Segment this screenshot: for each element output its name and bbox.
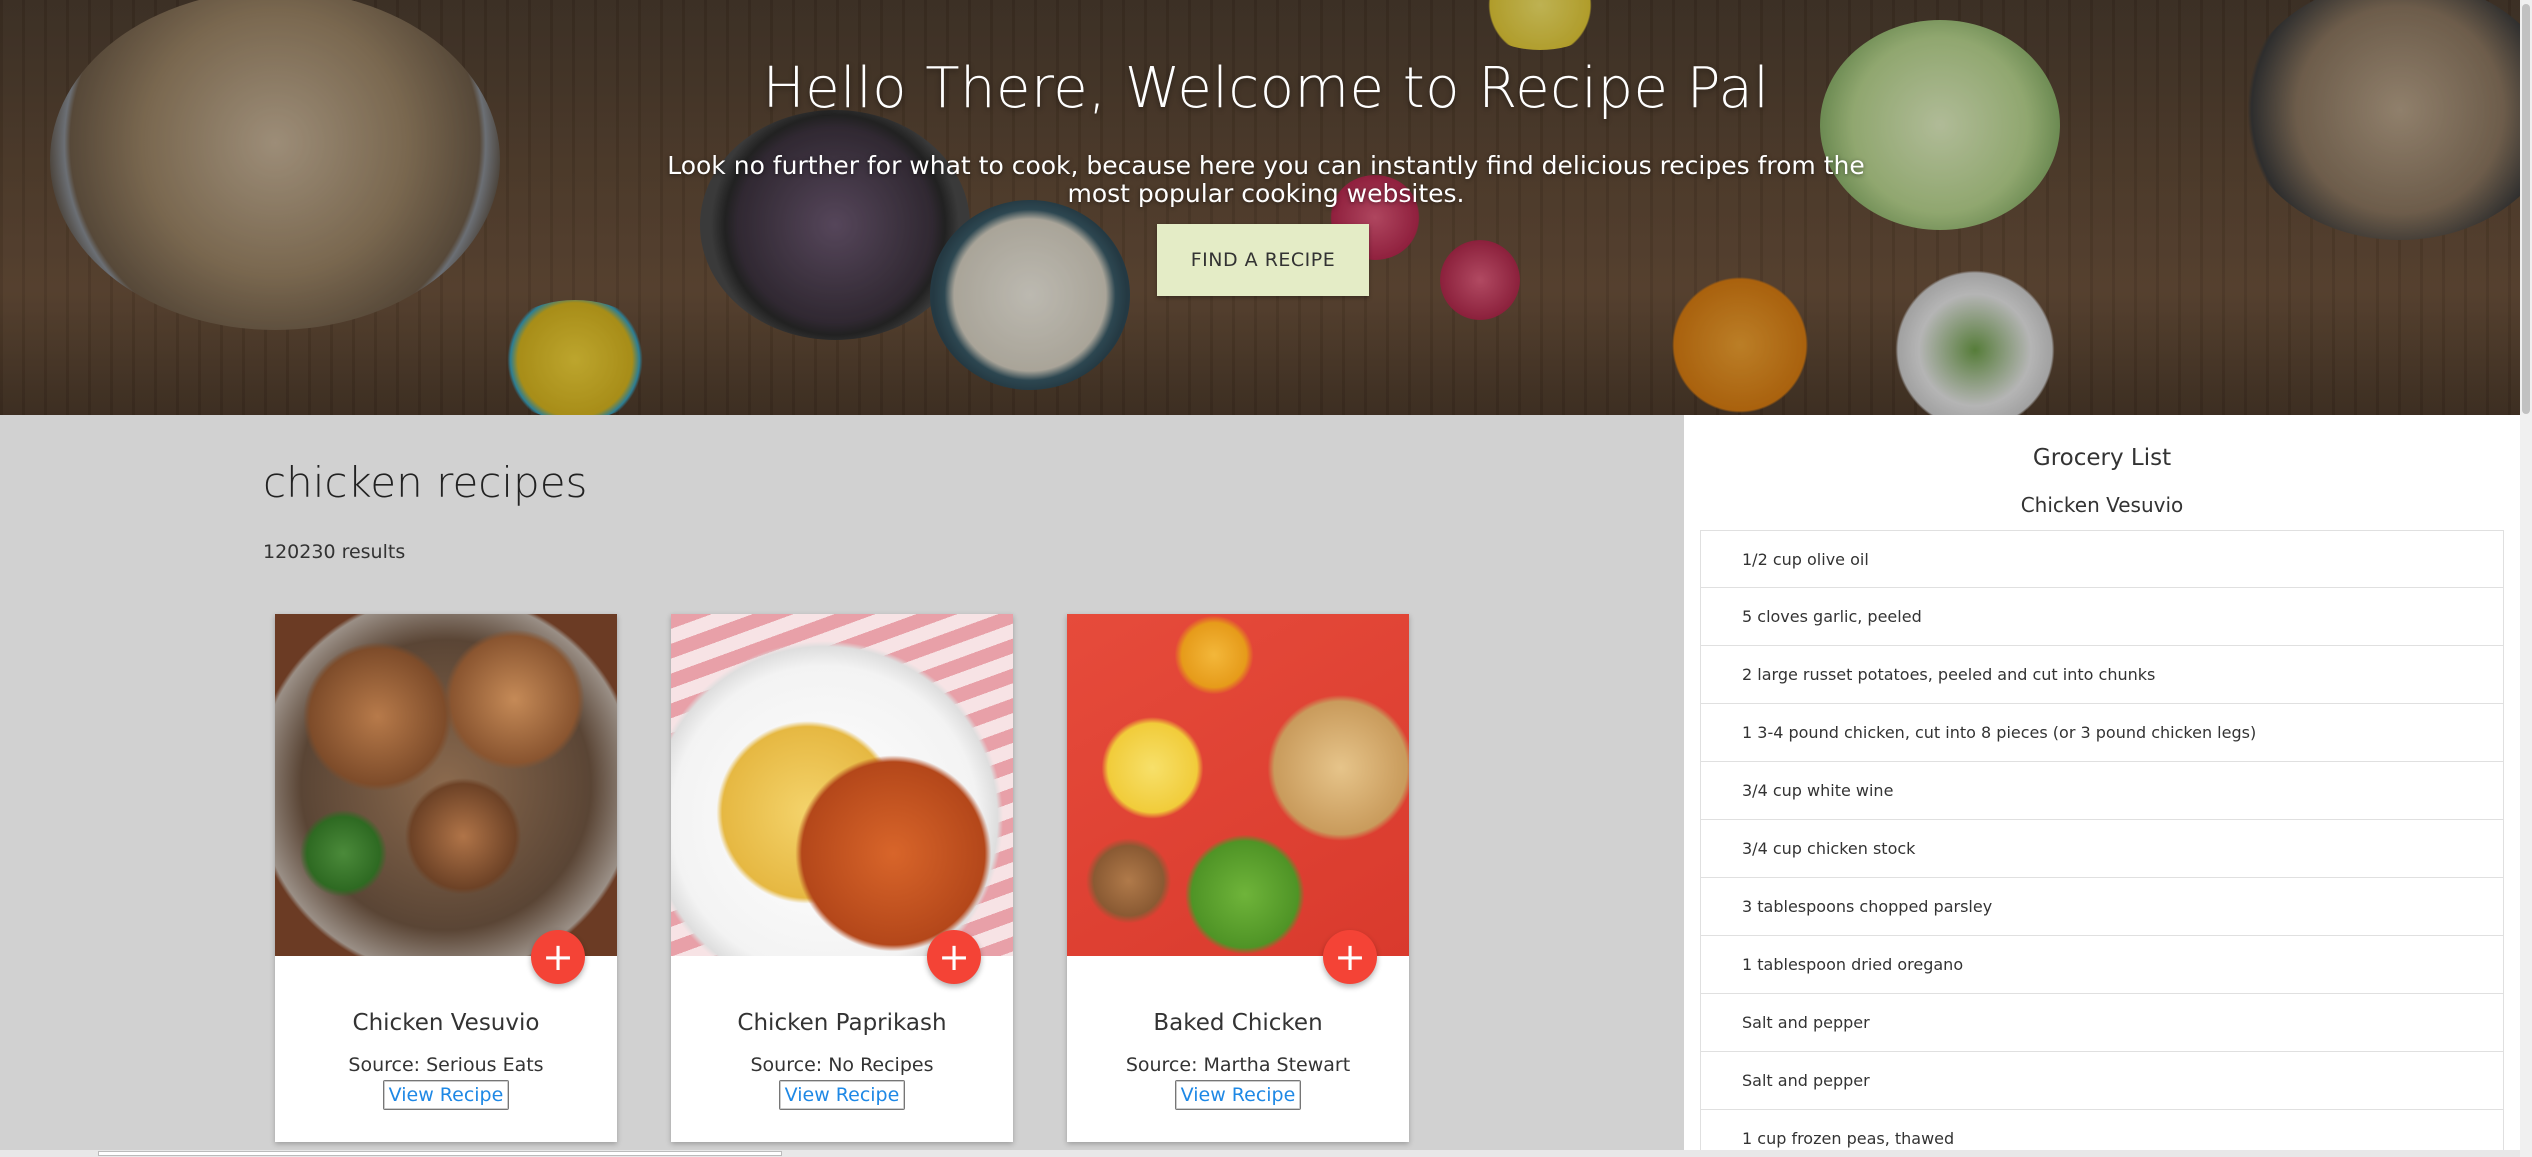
add-to-grocery-button[interactable]: +: [531, 930, 585, 984]
horizontal-scrollbar[interactable]: [0, 1150, 2520, 1157]
recipe-name: Baked Chicken: [1153, 1010, 1323, 1036]
grocery-item[interactable]: 2 large russet potatoes, peeled and cut …: [1700, 646, 2504, 704]
recipe-image-baked-chicken[interactable]: [1067, 614, 1409, 956]
grocery-item[interactable]: 3/4 cup chicken stock: [1700, 820, 2504, 878]
recipe-card: + Chicken Paprikash Source: No Recipes V…: [671, 614, 1013, 1142]
view-recipe-button[interactable]: View Recipe: [1175, 1080, 1301, 1110]
grocery-item[interactable]: 3 tablespoons chopped parsley: [1700, 878, 2504, 936]
horizontal-scrollbar-thumb[interactable]: [98, 1151, 782, 1156]
grocery-item[interactable]: 5 cloves garlic, peeled: [1700, 588, 2504, 646]
hero-banner: Hello There, Welcome to Recipe Pal Look …: [0, 0, 2532, 415]
hero-title: Hello There, Welcome to Recipe Pal: [762, 56, 1770, 121]
grocery-item[interactable]: 1 3-4 pound chicken, cut into 8 pieces (…: [1700, 704, 2504, 762]
results-title: chicken recipes: [263, 458, 588, 507]
recipe-image-chicken-paprikash[interactable]: [671, 614, 1013, 956]
scrollbar-thumb[interactable]: [2522, 4, 2530, 414]
recipe-source: Source: Serious Eats: [348, 1054, 544, 1076]
grocery-item[interactable]: 3/4 cup white wine: [1700, 762, 2504, 820]
recipe-source: Source: No Recipes: [750, 1054, 934, 1076]
add-to-grocery-button[interactable]: +: [1323, 930, 1377, 984]
recipe-card: + Chicken Vesuvio Source: Serious Eats V…: [275, 614, 617, 1142]
view-recipe-button[interactable]: View Recipe: [779, 1080, 905, 1110]
grocery-list-title: Grocery List: [2032, 445, 2172, 471]
grocery-items: 1/2 cup olive oil 5 cloves garlic, peele…: [1700, 530, 2504, 1157]
recipe-card: + Baked Chicken Source: Martha Stewart V…: [1067, 614, 1409, 1142]
recipe-name: Chicken Paprikash: [737, 1010, 947, 1036]
grocery-recipe-name: Chicken Vesuvio: [2020, 493, 2184, 517]
grocery-item[interactable]: Salt and pepper: [1700, 994, 2504, 1052]
grocery-item[interactable]: 1 tablespoon dried oregano: [1700, 936, 2504, 994]
recipe-name: Chicken Vesuvio: [352, 1010, 540, 1036]
vertical-scrollbar[interactable]: [2520, 0, 2532, 1157]
add-to-grocery-button[interactable]: +: [927, 930, 981, 984]
grocery-item[interactable]: Salt and pepper: [1700, 1052, 2504, 1110]
grocery-list-panel: Grocery List Chicken Vesuvio 1/2 cup oli…: [1684, 415, 2520, 1157]
hero-subtitle: Look no further for what to cook, becaus…: [667, 151, 1865, 208]
view-recipe-button[interactable]: View Recipe: [383, 1080, 509, 1110]
results-count: 120230 results: [263, 541, 406, 563]
recipe-image-chicken-vesuvio[interactable]: [275, 614, 617, 956]
grocery-item[interactable]: 1/2 cup olive oil: [1700, 530, 2504, 588]
find-recipe-button[interactable]: FIND A RECIPE: [1157, 224, 1369, 296]
recipe-source: Source: Martha Stewart: [1125, 1054, 1351, 1076]
